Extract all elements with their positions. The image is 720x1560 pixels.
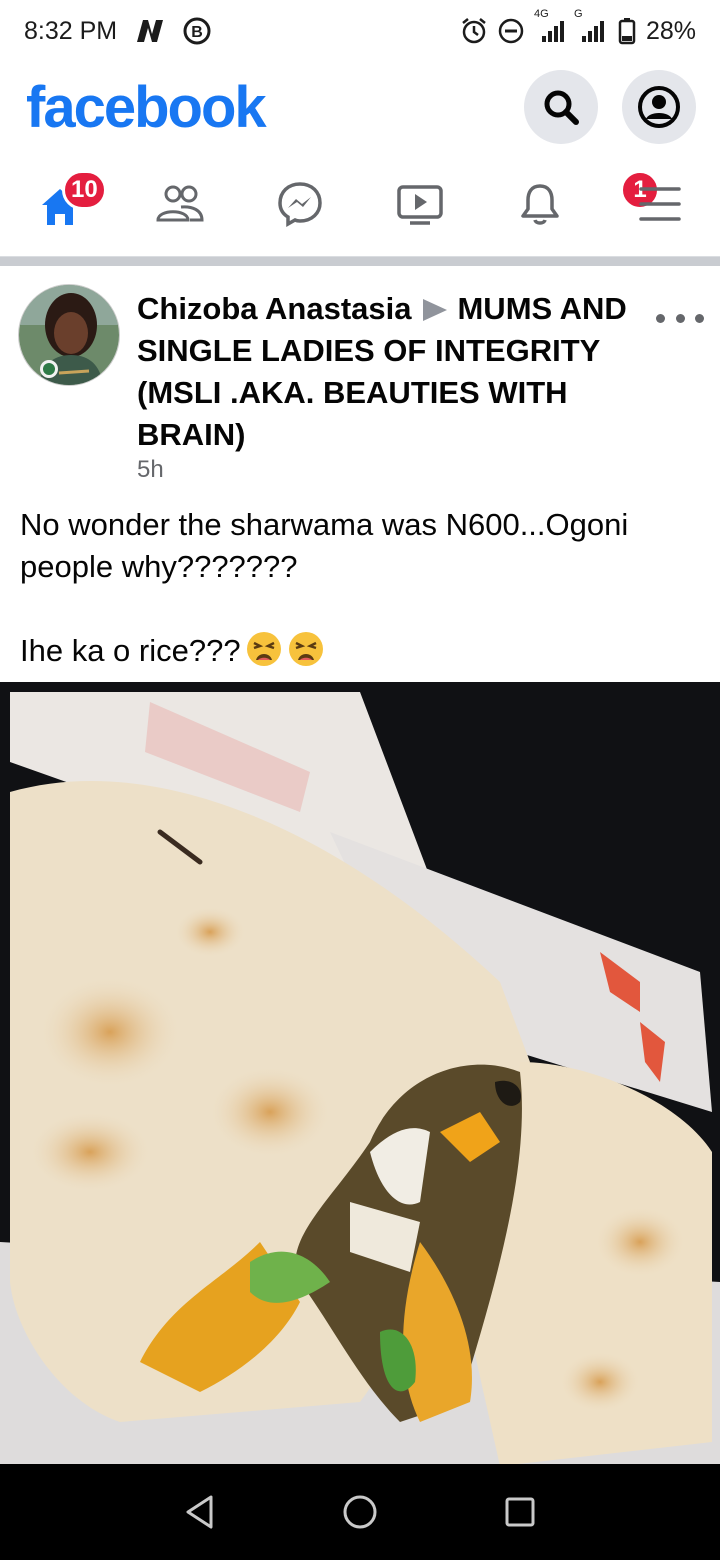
post-photo[interactable] [0, 682, 720, 1466]
author-avatar[interactable] [18, 284, 120, 386]
bell-icon [521, 184, 559, 225]
search-icon [544, 90, 579, 125]
hamburger-menu-icon [639, 187, 681, 221]
battery-icon [618, 17, 636, 45]
more-dot [695, 313, 704, 323]
signal-g-icon: G [574, 8, 608, 44]
messenger-icon [278, 182, 322, 228]
facebook-logo[interactable]: facebook [26, 74, 267, 141]
tab-notifications[interactable]: 1 [480, 152, 660, 256]
section-divider [0, 256, 720, 266]
shared-to-arrow-icon [423, 299, 448, 321]
friends-icon [156, 185, 204, 222]
app-header: facebook [0, 62, 720, 152]
battery-percent: 28% [645, 16, 696, 45]
more-dot [656, 313, 665, 323]
alarm-icon [460, 17, 488, 45]
profile-button[interactable] [622, 70, 696, 144]
status-bar: 8:32 PM B 4G G 28% [0, 0, 720, 62]
post-timestamp[interactable]: 5h [137, 456, 164, 484]
tired-face-emoji-icon [245, 630, 283, 679]
home-badge: 10 [62, 170, 107, 210]
tab-bar: 10 1 [0, 152, 720, 256]
post-text-line: No wonder the sharwama was N600...Ogoni … [20, 507, 637, 584]
tired-face-emoji-icon [287, 630, 325, 679]
author-name[interactable]: Chizoba Anastasia [137, 291, 411, 326]
tab-home[interactable]: 10 [0, 152, 120, 256]
system-navigation-bar [0, 1464, 720, 1560]
back-triangle-icon [186, 1495, 213, 1529]
do-not-disturb-icon [498, 18, 524, 44]
tab-watch[interactable] [360, 152, 480, 256]
video-icon [397, 185, 443, 225]
tab-menu[interactable] [600, 152, 720, 256]
more-dot [675, 313, 685, 323]
status-time: 8:32 PM [24, 16, 118, 45]
post-title: Chizoba Anastasia MUMS AND SINGLE LADIES … [137, 288, 657, 456]
recents-button[interactable] [480, 1472, 560, 1552]
tab-messenger[interactable] [240, 152, 360, 256]
svg-text:B: B [191, 24, 203, 41]
post-options-button[interactable] [656, 306, 704, 330]
bitcoin-app-icon: B [183, 17, 211, 45]
post-text: No wonder the sharwama was N600...Ogoni … [20, 504, 700, 679]
tab-friends[interactable] [120, 152, 240, 256]
home-circle-icon [343, 1495, 377, 1529]
search-button[interactable] [524, 70, 598, 144]
back-button[interactable] [160, 1472, 240, 1552]
post-header: Chizoba Anastasia MUMS AND SINGLE LADIES … [0, 266, 720, 490]
profile-icon [638, 86, 680, 128]
home-system-button[interactable] [320, 1472, 400, 1552]
post-text-line: Ihe ka o rice??? [20, 633, 241, 668]
recents-square-icon [505, 1497, 535, 1527]
signal-4g-icon: 4G [534, 8, 566, 44]
app-notification-icon [135, 18, 165, 44]
